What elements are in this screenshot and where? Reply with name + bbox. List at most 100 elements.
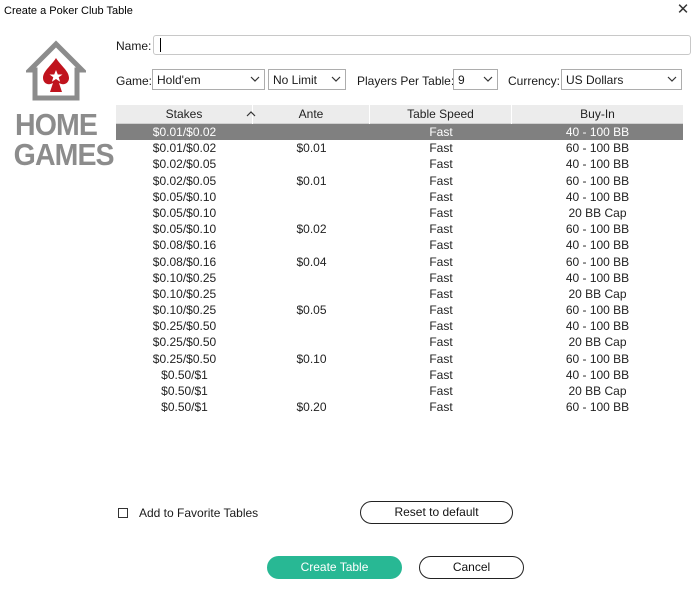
table-speed-cell: Fast	[429, 351, 453, 366]
players-select-value: 9	[458, 73, 465, 87]
table-speed-cell: Fast	[429, 286, 453, 301]
table-row[interactable]: $0.50/$1 Fast 20 BB Cap	[116, 383, 683, 399]
buy-in-cell: 60 - 100 BB	[565, 141, 630, 156]
buy-in-cell: 40 - 100 BB	[565, 367, 630, 382]
ante-cell: $0.01	[296, 173, 327, 188]
table-speed-cell: Fast	[429, 141, 453, 156]
table-row[interactable]: $0.08/$0.16 $0.04 Fast 60 - 100 BB	[116, 254, 683, 270]
chevron-down-icon	[667, 76, 677, 82]
buy-in-cell: 20 BB Cap	[568, 205, 627, 220]
column-header-table-speed[interactable]: Table Speed	[370, 105, 512, 124]
table-row[interactable]: $0.08/$0.16 Fast 40 - 100 BB	[116, 237, 683, 253]
buy-in-cell: 60 - 100 BB	[565, 173, 630, 188]
table-row[interactable]: $0.10/$0.25 $0.05 Fast 60 - 100 BB	[116, 302, 683, 318]
ante-cell: $0.01	[296, 141, 327, 156]
close-button[interactable]: ✕	[674, 1, 692, 19]
table-row[interactable]: $0.50/$1 Fast 40 - 100 BB	[116, 367, 683, 383]
table-row[interactable]: $0.02/$0.05 Fast 40 - 100 BB	[116, 156, 683, 172]
table-speed-cell: Fast	[429, 335, 453, 350]
table-body: $0.01/$0.02 Fast 40 - 100 BB $0.01/$0.02 $0.…	[116, 124, 683, 415]
ante-cell: $0.20	[296, 400, 327, 415]
create-table-button[interactable]: Create Table	[267, 556, 402, 579]
table-row[interactable]: $0.25/$0.50 Fast 40 - 100 BB	[116, 318, 683, 334]
logo-text-home: HOME	[15, 107, 98, 142]
table-speed-cell: Fast	[429, 205, 453, 220]
column-header-ante[interactable]: Ante	[253, 105, 370, 124]
table-row[interactable]: $0.10/$0.25 Fast 40 - 100 BB	[116, 270, 683, 286]
players-label: Players Per Table:	[357, 74, 455, 88]
reset-to-default-button[interactable]: Reset to default	[360, 501, 513, 524]
chevron-down-icon	[331, 76, 341, 82]
stakes-cell: $0.25/$0.50	[152, 319, 217, 334]
buy-in-cell: 40 - 100 BB	[565, 125, 630, 139]
table-row[interactable]: $0.02/$0.05 $0.01 Fast 60 - 100 BB	[116, 173, 683, 189]
table-row[interactable]: $0.01/$0.02 Fast 40 - 100 BB	[116, 124, 683, 141]
table-speed-cell: Fast	[429, 319, 453, 334]
buy-in-cell: 20 BB Cap	[568, 335, 627, 350]
column-header-stakes[interactable]: Stakes	[116, 105, 253, 124]
table-row[interactable]: $0.50/$1 $0.20 Fast 60 - 100 BB	[116, 399, 683, 415]
limit-select[interactable]: No Limit	[268, 69, 346, 90]
name-input[interactable]	[153, 35, 691, 55]
table-header: Stakes Ante Table Speed Buy-In	[116, 105, 683, 124]
stakes-cell: $0.10/$0.25	[152, 286, 217, 301]
stakes-cell: $0.10/$0.25	[152, 303, 217, 318]
buy-in-cell: 40 - 100 BB	[565, 238, 630, 253]
stakes-cell: $0.50/$1	[161, 384, 208, 398]
players-select[interactable]: 9	[453, 69, 498, 90]
column-header-buy-in[interactable]: Buy-In	[512, 105, 683, 124]
table-row[interactable]: $0.01/$0.02 $0.01 Fast 60 - 100 BB	[116, 140, 683, 156]
stakes-cell: $0.25/$0.50	[152, 335, 217, 350]
table-row[interactable]: $0.05/$0.10 $0.02 Fast 60 - 100 BB	[116, 221, 683, 237]
currency-label: Currency:	[508, 74, 561, 88]
text-cursor	[160, 38, 161, 52]
table-speed-cell: Fast	[429, 400, 453, 415]
chevron-down-icon	[483, 76, 493, 82]
table-row[interactable]: $0.05/$0.10 Fast 40 - 100 BB	[116, 189, 683, 205]
logo-text-games: GAMES	[13, 137, 115, 172]
stakes-table: Stakes Ante Table Speed Buy-In $0.01/$0.…	[116, 105, 683, 415]
stakes-cell: $0.05/$0.10	[152, 222, 217, 237]
buy-in-cell: 60 - 100 BB	[565, 351, 630, 366]
table-speed-cell: Fast	[429, 189, 453, 204]
buy-in-cell: 40 - 100 BB	[565, 189, 630, 204]
stakes-cell: $0.50/$1	[161, 367, 208, 382]
game-select-value: Hold'em	[157, 73, 201, 87]
table-row[interactable]: $0.10/$0.25 Fast 20 BB Cap	[116, 286, 683, 302]
cancel-button[interactable]: Cancel	[419, 556, 524, 579]
table-row[interactable]: $0.25/$0.50 $0.10 Fast 60 - 100 BB	[116, 351, 683, 367]
table-row[interactable]: $0.25/$0.50 Fast 20 BB Cap	[116, 334, 683, 350]
stakes-cell: $0.01/$0.02	[152, 125, 217, 139]
table-speed-cell: Fast	[429, 173, 453, 188]
table-speed-cell: Fast	[429, 270, 453, 285]
game-label: Game:	[116, 74, 153, 88]
ante-cell: $0.04	[296, 254, 327, 269]
table-speed-cell: Fast	[429, 222, 453, 237]
table-row[interactable]: $0.05/$0.10 Fast 20 BB Cap	[116, 205, 683, 221]
stakes-cell: $0.05/$0.10	[152, 189, 217, 204]
table-speed-cell: Fast	[429, 125, 453, 139]
stakes-cell: $0.05/$0.10	[152, 205, 217, 220]
game-select[interactable]: Hold'em	[152, 69, 265, 90]
buy-in-cell: 40 - 100 BB	[565, 270, 630, 285]
currency-select[interactable]: US Dollars	[561, 69, 682, 90]
table-speed-cell: Fast	[429, 254, 453, 269]
name-label: Name:	[116, 39, 152, 53]
stakes-cell: $0.08/$0.16	[152, 238, 217, 253]
ante-cell: $0.05	[296, 303, 327, 318]
buy-in-cell: 60 - 100 BB	[565, 400, 630, 415]
stakes-cell: $0.25/$0.50	[152, 351, 217, 366]
favorite-checkbox[interactable]	[118, 508, 128, 518]
table-speed-cell: Fast	[429, 303, 453, 318]
title-bar: Create a Poker Club Table ✕	[0, 0, 700, 22]
window-title: Create a Poker Club Table	[4, 5, 133, 17]
buy-in-cell: 60 - 100 BB	[565, 254, 630, 269]
stakes-cell: $0.02/$0.05	[152, 157, 217, 172]
stakes-cell: $0.50/$1	[161, 400, 208, 415]
ante-cell: $0.02	[296, 222, 327, 237]
table-speed-cell: Fast	[429, 157, 453, 172]
table-speed-cell: Fast	[429, 367, 453, 382]
chevron-down-icon	[250, 76, 260, 82]
ante-cell: $0.10	[296, 351, 327, 366]
table-speed-cell: Fast	[429, 238, 453, 253]
